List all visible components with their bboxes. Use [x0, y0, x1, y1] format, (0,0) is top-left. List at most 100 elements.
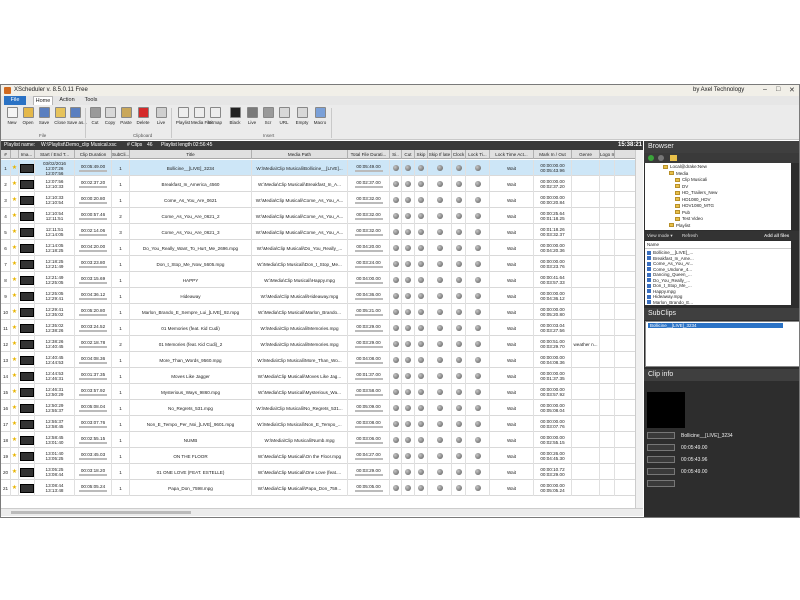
cut-cell[interactable] — [402, 384, 415, 400]
column-header[interactable]: Lock Time Act... — [490, 150, 534, 159]
lock-time-radio[interactable] — [474, 421, 481, 427]
column-header[interactable]: # — [1, 150, 11, 159]
column-header[interactable]: Total File Durati... — [348, 150, 390, 159]
signal-radio[interactable] — [392, 485, 399, 491]
clock-radio[interactable] — [455, 213, 462, 219]
file-list-item[interactable]: Breakfast_In_Ame... — [647, 256, 694, 261]
title-cell[interactable]: Non_E_Tempo_Per_Noi_[LIVE]_9601.mpg — [130, 416, 252, 432]
signal-radio[interactable] — [392, 437, 399, 443]
table-row[interactable]: 11 ★ 12:35:02 12:38:26 00:03:24.52 1 01 Memori… — [1, 320, 643, 336]
cut-radio[interactable] — [405, 341, 411, 347]
skip-cell[interactable] — [415, 368, 428, 384]
skip-if-late-radio[interactable] — [436, 405, 443, 411]
lock-time-radio[interactable] — [474, 261, 481, 267]
cut-cell[interactable] — [402, 256, 415, 272]
column-header[interactable]: Si.. — [390, 150, 402, 159]
skip-radio[interactable] — [418, 421, 424, 427]
subclip-item[interactable]: Bollicine__[LIVE]_3234 — [648, 323, 783, 328]
signal-cell[interactable] — [390, 464, 402, 480]
lock-time-cell[interactable] — [466, 416, 490, 432]
skip-radio[interactable] — [418, 389, 424, 395]
clock-cell[interactable] — [452, 160, 466, 176]
lock-time-cell[interactable] — [466, 208, 490, 224]
skip-cell[interactable] — [415, 208, 428, 224]
cut-radio[interactable] — [405, 245, 411, 251]
skip-cell[interactable] — [415, 272, 428, 288]
skip-if-late-cell[interactable] — [428, 400, 452, 416]
lock-time-radio[interactable] — [474, 277, 481, 283]
title-cell[interactable]: Come_As_You_Are_0621_3 — [130, 224, 252, 240]
skip-if-late-radio[interactable] — [436, 277, 443, 283]
skip-if-late-radio[interactable] — [436, 229, 443, 235]
cut-radio[interactable] — [405, 325, 411, 331]
signal-cell[interactable] — [390, 160, 402, 176]
lock-time-radio[interactable] — [474, 325, 481, 331]
lock-time-radio[interactable] — [474, 245, 481, 251]
skip-if-late-cell[interactable] — [428, 416, 452, 432]
skip-if-late-radio[interactable] — [436, 485, 443, 491]
table-row[interactable]: 19 ★ 13:01:40 13:05:25 00:03:45.03 1 ON THE FL… — [1, 448, 643, 464]
cut-radio[interactable] — [405, 277, 411, 283]
file-list-item[interactable]: Marlon_Brando_E... — [647, 300, 693, 305]
copy-button[interactable]: Copy — [102, 107, 118, 133]
maximize-button[interactable]: □ — [776, 86, 780, 93]
cut-cell[interactable] — [402, 368, 415, 384]
file-menu[interactable]: File — [4, 96, 26, 105]
folder-tree[interactable]: Local@drake:New Media Clip Musicali DV HD_Tr… — [645, 163, 791, 230]
cut-cell[interactable] — [402, 176, 415, 192]
folder-up-icon[interactable] — [670, 155, 677, 161]
skip-if-late-radio[interactable] — [436, 309, 443, 315]
table-row[interactable]: 14 ★ 12:44:53 12:46:31 00:01:37.35 1 Moves Lik… — [1, 368, 643, 384]
clock-radio[interactable] — [455, 197, 462, 203]
skip-if-late-radio[interactable] — [436, 341, 443, 347]
cut-cell[interactable] — [402, 240, 415, 256]
signal-radio[interactable] — [392, 325, 399, 331]
table-row[interactable]: 15 ★ 12:46:31 12:50:29 00:03:57.92 1 Mysteriou… — [1, 384, 643, 400]
media-file-button[interactable]: Media File — [191, 107, 212, 133]
cut-radio[interactable] — [405, 181, 411, 187]
table-row[interactable]: 10 ★ 12:29:41 12:35:02 00:05:20.80 1 Marlon_Br… — [1, 304, 643, 320]
table-row[interactable]: 3 ★ 12:10:33 12:10:54 00:00:20.80 1 Come_As_Yo… — [1, 192, 643, 208]
clock-radio[interactable] — [455, 325, 462, 331]
clock-cell[interactable] — [452, 400, 466, 416]
lock-time-cell[interactable] — [466, 384, 490, 400]
skip-if-late-radio[interactable] — [436, 421, 443, 427]
clock-cell[interactable] — [452, 336, 466, 352]
lock-time-cell[interactable] — [466, 352, 490, 368]
title-cell[interactable]: 01 ONE LOVE (FEAT. ESTELLE) — [130, 464, 252, 480]
table-row[interactable]: 4 ★ 12:10:54 12:11:51 00:00:57.46 2 Come_As_Yo… — [1, 208, 643, 224]
skip-radio[interactable] — [418, 309, 424, 315]
forward-icon[interactable] — [658, 155, 664, 161]
lock-time-radio[interactable] — [474, 213, 481, 219]
column-header[interactable]: Skip If late — [428, 150, 452, 159]
signal-cell[interactable] — [390, 432, 402, 448]
signal-cell[interactable] — [390, 256, 402, 272]
signal-cell[interactable] — [390, 224, 402, 240]
column-header[interactable]: Skip — [415, 150, 428, 159]
clock-cell[interactable] — [452, 384, 466, 400]
skip-if-late-cell[interactable] — [428, 160, 452, 176]
skip-cell[interactable] — [415, 320, 428, 336]
skip-radio[interactable] — [418, 293, 424, 299]
close-window-button[interactable]: ✕ — [789, 86, 795, 94]
table-row[interactable]: 7 ★ 12:18:25 12:21:49 00:03:23.80 1 Don_t_Stop… — [1, 256, 643, 272]
empty-button[interactable]: Empty — [294, 107, 310, 133]
lock-time-cell[interactable] — [466, 192, 490, 208]
folder-tree-item[interactable]: Playlist — [669, 223, 690, 228]
lock-time-radio[interactable] — [474, 197, 481, 203]
lock-time-cell[interactable] — [466, 464, 490, 480]
column-header[interactable]: Mark In / Out — [534, 150, 572, 159]
column-header[interactable]: Cut — [402, 150, 415, 159]
paste-button[interactable]: Paste — [118, 107, 134, 133]
lock-time-cell[interactable] — [466, 320, 490, 336]
clock-cell[interactable] — [452, 480, 466, 496]
live-button[interactable]: Live — [244, 107, 260, 133]
playlist-button[interactable]: Playlist — [175, 107, 191, 133]
table-row[interactable]: 16 ★ 12:50:29 12:55:37 00:05:08.04 1 No_Regret… — [1, 400, 643, 416]
lock-time-cell[interactable] — [466, 432, 490, 448]
save-as-button[interactable]: Save as... — [67, 107, 87, 133]
column-header[interactable]: Media Path — [252, 150, 348, 159]
add-all-files-button[interactable]: Add all files — [764, 231, 789, 240]
skip-if-late-cell[interactable] — [428, 288, 452, 304]
title-cell[interactable]: ON THE FLOOR — [130, 448, 252, 464]
